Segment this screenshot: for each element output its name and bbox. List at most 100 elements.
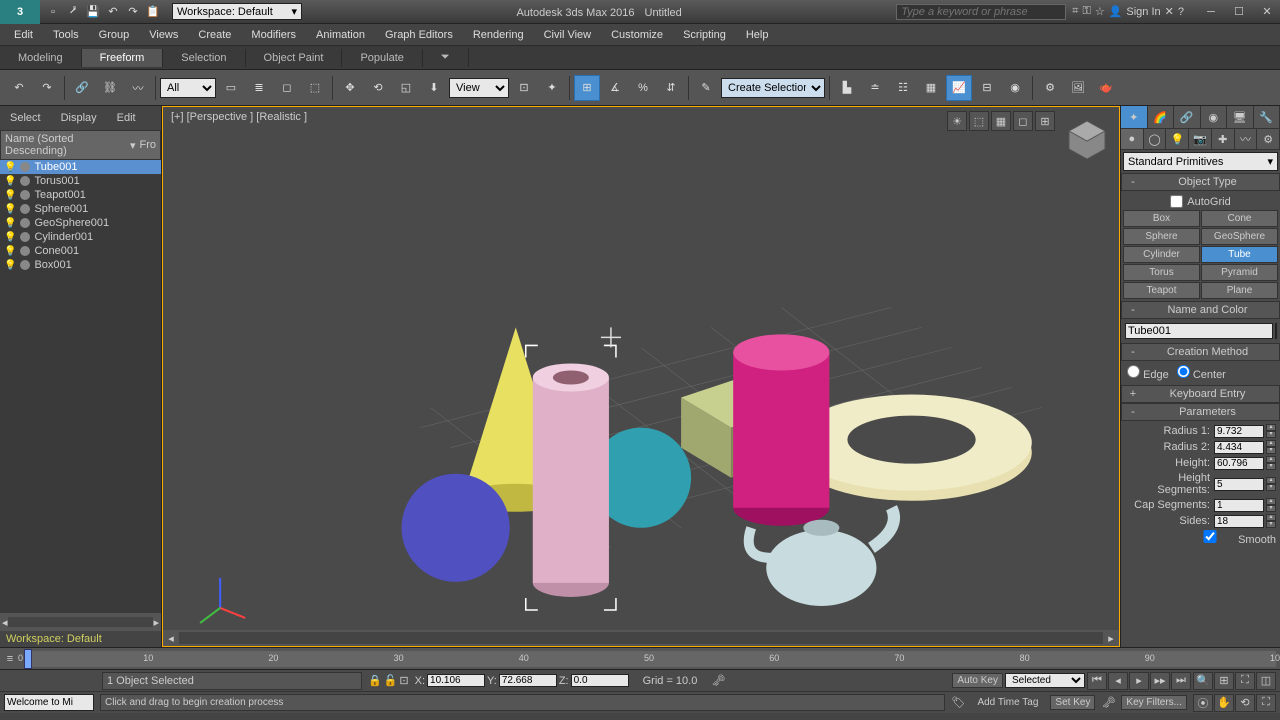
menu-civil-view[interactable]: Civil View	[534, 27, 601, 43]
spinner-up-icon[interactable]: ▴	[1266, 440, 1276, 447]
ref-coord-system[interactable]: View	[449, 78, 509, 98]
ribbon-tab-populate[interactable]: Populate	[342, 49, 422, 67]
spinner-snap-button[interactable]: ⇵	[658, 75, 684, 101]
time-tag-icon[interactable]: 🏷	[951, 696, 965, 709]
selection-brackets-icon[interactable]: ⊡	[399, 674, 408, 687]
setkey-button[interactable]: Set Key	[1050, 695, 1095, 710]
perspective-viewport[interactable]: [+] [Perspective ] [Realistic ] ☀ ⬚ ▦ ◻ …	[162, 106, 1120, 647]
zoom-extents-all-button[interactable]: ◫	[1256, 672, 1276, 690]
mirror-button[interactable]: ▙	[834, 75, 860, 101]
visibility-icon[interactable]: 💡	[4, 162, 16, 173]
scene-item[interactable]: 💡Teapot001	[0, 188, 161, 202]
infocenter-icon[interactable]: ⌗	[1072, 5, 1078, 18]
freeze-icon[interactable]	[20, 246, 30, 256]
rollout-object-type[interactable]: -Object Type	[1121, 173, 1280, 191]
color-swatch[interactable]	[1275, 323, 1277, 339]
open-icon[interactable]: ⭷	[64, 3, 82, 21]
freeze-icon[interactable]	[20, 162, 30, 172]
curve-editor-button[interactable]: 📈	[946, 75, 972, 101]
minimize-button[interactable]: ─	[1198, 3, 1224, 21]
rollout-creation-method[interactable]: -Creation Method	[1121, 343, 1280, 361]
primitive-teapot[interactable]: Teapot	[1123, 282, 1200, 299]
freeze-icon[interactable]	[20, 190, 30, 200]
play-button[interactable]: ▸	[1129, 672, 1149, 690]
time-slider[interactable]	[24, 649, 32, 669]
spinner-up-icon[interactable]: ▴	[1266, 514, 1276, 521]
snap-toggle-button[interactable]: ⊞	[574, 75, 600, 101]
modify-tab[interactable]: 🌈	[1148, 106, 1175, 128]
param-hseg-input[interactable]	[1214, 478, 1264, 491]
primitive-geosphere[interactable]: GeoSphere	[1201, 228, 1278, 245]
spinner-down-icon[interactable]: ▾	[1266, 431, 1276, 438]
rollout-name-color[interactable]: -Name and Color	[1121, 301, 1280, 319]
scene-item[interactable]: 💡Cylinder001	[0, 230, 161, 244]
rotate-button[interactable]: ⟲	[365, 75, 391, 101]
schematic-view-button[interactable]: ⊟	[974, 75, 1000, 101]
primitive-plane[interactable]: Plane	[1201, 282, 1278, 299]
menu-tools[interactable]: Tools	[43, 27, 89, 43]
spinner-up-icon[interactable]: ▴	[1266, 456, 1276, 463]
favorites-icon[interactable]: ☆	[1095, 5, 1105, 18]
percent-snap-button[interactable]: %	[630, 75, 656, 101]
unlink-button[interactable]: ⛓	[97, 75, 123, 101]
maximize-viewport-button[interactable]: ⛶	[1256, 694, 1276, 712]
goto-end-button[interactable]: ⏭	[1171, 672, 1191, 690]
rollout-parameters[interactable]: -Parameters	[1121, 403, 1280, 421]
timeline-config-icon[interactable]: ≡	[0, 650, 20, 668]
layers-button[interactable]: ☷	[890, 75, 916, 101]
motion-tab[interactable]: ◉	[1201, 106, 1228, 128]
menu-scripting[interactable]: Scripting	[673, 27, 736, 43]
freeze-icon[interactable]	[20, 176, 30, 186]
scale-button[interactable]: ◱	[393, 75, 419, 101]
render-setup-button[interactable]: ⚙	[1037, 75, 1063, 101]
visibility-icon[interactable]: 💡	[4, 232, 16, 243]
move-button[interactable]: ✥	[337, 75, 363, 101]
orbit-button[interactable]: ⟲	[1235, 694, 1255, 712]
scene-item[interactable]: 💡Box001	[0, 258, 161, 272]
visibility-icon[interactable]: 💡	[4, 176, 16, 187]
display-tab[interactable]: 🖥	[1227, 106, 1254, 128]
workspace-selector[interactable]: Workspace: Default▾	[172, 3, 302, 20]
spinner-down-icon[interactable]: ▾	[1266, 463, 1276, 470]
smooth-checkbox[interactable]: Smooth	[1185, 530, 1276, 546]
visibility-icon[interactable]: 💡	[4, 246, 16, 257]
zoom-button[interactable]: 🔍	[1193, 672, 1213, 690]
redo-icon[interactable]: ↷	[124, 3, 142, 21]
spinner-up-icon[interactable]: ▴	[1266, 477, 1276, 484]
primitive-box[interactable]: Box	[1123, 210, 1200, 227]
select-by-name-button[interactable]: ≣	[246, 75, 272, 101]
project-icon[interactable]: 📋	[144, 3, 162, 21]
freeze-icon[interactable]	[20, 218, 30, 228]
ribbon-tab-selection[interactable]: Selection	[163, 49, 245, 67]
visibility-icon[interactable]: 💡	[4, 260, 16, 271]
rollout-keyboard-entry[interactable]: +Keyboard Entry	[1121, 385, 1280, 403]
named-selection-sets[interactable]: Create Selection Se	[721, 78, 825, 98]
scene-item[interactable]: 💡Torus001	[0, 174, 161, 188]
material-editor-button[interactable]: ◉	[1002, 75, 1028, 101]
manipulate-button[interactable]: ✦	[539, 75, 565, 101]
primitive-cylinder[interactable]: Cylinder	[1123, 246, 1200, 263]
creation-edge-radio[interactable]: Edge	[1127, 365, 1169, 381]
primitive-pyramid[interactable]: Pyramid	[1201, 264, 1278, 281]
se-tab-select[interactable]: Select	[4, 110, 47, 126]
menu-views[interactable]: Views	[139, 27, 188, 43]
pivot-center-button[interactable]: ⊡	[511, 75, 537, 101]
primitive-cone[interactable]: Cone	[1201, 210, 1278, 227]
link-button[interactable]: 🔗	[69, 75, 95, 101]
systems-subtab[interactable]: ⚙	[1257, 129, 1280, 149]
app-icon[interactable]: 3	[0, 0, 40, 24]
spinner-up-icon[interactable]: ▴	[1266, 424, 1276, 431]
lights-subtab[interactable]: 💡	[1166, 129, 1189, 149]
transform-x-input[interactable]	[427, 674, 485, 687]
rendered-frame-button[interactable]: 🖼	[1065, 75, 1091, 101]
scene-item[interactable]: 💡Sphere001	[0, 202, 161, 216]
search-input[interactable]	[896, 4, 1066, 20]
geometry-category[interactable]: Standard Primitives▾	[1123, 152, 1278, 171]
new-icon[interactable]: ▫	[44, 3, 62, 21]
spinner-down-icon[interactable]: ▾	[1266, 484, 1276, 491]
prev-frame-button[interactable]: ◂	[1108, 672, 1128, 690]
ribbon-tab-modeling[interactable]: Modeling	[0, 49, 82, 67]
add-time-tag[interactable]: Add Time Tag	[971, 697, 1044, 708]
primitive-sphere[interactable]: Sphere	[1123, 228, 1200, 245]
keyfilters-button[interactable]: Key Filters...	[1121, 695, 1187, 710]
